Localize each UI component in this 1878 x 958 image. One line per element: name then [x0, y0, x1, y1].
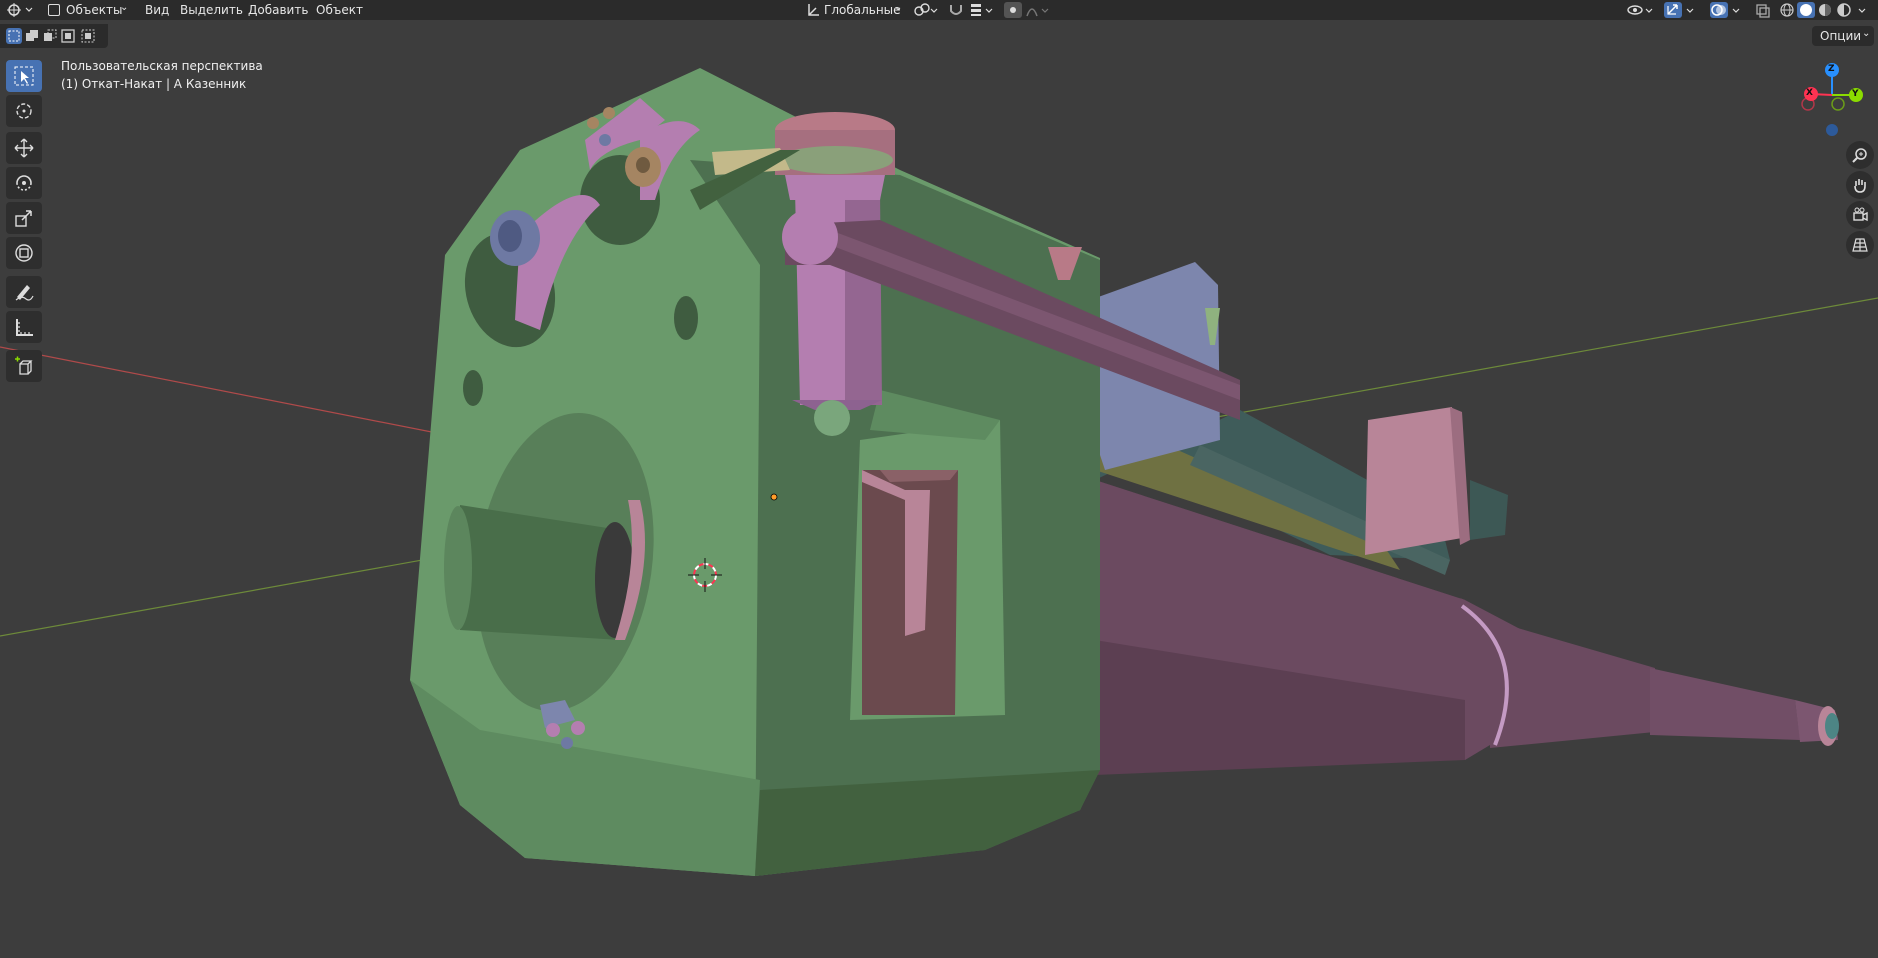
view-name: Пользовательская перспектива	[61, 59, 263, 73]
ruler-icon	[16, 319, 33, 336]
orientation-axes-icon	[808, 4, 819, 16]
hand-icon	[1854, 179, 1866, 193]
mode-select[interactable]: Объекты ⌄	[44, 2, 132, 18]
chevron-down-icon: ⌄	[120, 2, 129, 13]
chevron-down-icon	[1686, 8, 1694, 13]
zoom-icon	[1852, 148, 1867, 163]
snap-increment-icon	[971, 4, 993, 16]
select-mode-invert[interactable]	[60, 28, 76, 44]
tool-annotate[interactable]	[6, 276, 42, 308]
material-sphere-icon	[1819, 4, 1831, 16]
pan-button[interactable]	[1846, 171, 1874, 199]
selection-mode-bar	[0, 24, 108, 48]
orientation-label: Глобальные	[824, 3, 901, 17]
snap-toggle[interactable]	[947, 2, 965, 18]
eye-icon	[1627, 5, 1653, 15]
select-intersect-icon	[81, 29, 95, 43]
tool-rotate[interactable]	[6, 167, 42, 199]
overlays-toggle[interactable]	[1710, 2, 1728, 18]
menu-select[interactable]: Выделить	[180, 2, 243, 18]
overlays-dropdown[interactable]	[1730, 2, 1744, 18]
viewport-3d[interactable]	[0, 0, 1878, 958]
options-label: Опции	[1820, 29, 1862, 43]
options-dropdown[interactable]: Опции ⌄	[1812, 26, 1874, 46]
collection-info: (1) Откат-Накат | А Казенник	[61, 77, 247, 91]
shading-dropdown[interactable]	[1856, 2, 1870, 18]
menu-add[interactable]: Добавить	[248, 2, 308, 18]
select-new-icon	[8, 30, 20, 42]
xray-toggle[interactable]	[1754, 2, 1772, 18]
gizmo-arrows-icon	[1667, 4, 1678, 15]
grid-icon	[1852, 238, 1868, 252]
gizmo-dropdown[interactable]	[1684, 2, 1698, 18]
visibility-select[interactable]	[1626, 2, 1656, 18]
select-mode-subtract[interactable]	[42, 28, 58, 44]
origin-dot	[770, 493, 778, 501]
scale-icon	[15, 210, 32, 227]
xray-icon	[1756, 4, 1770, 18]
tool-select-box[interactable]	[6, 60, 42, 92]
menu-object[interactable]: Объект	[316, 2, 363, 18]
shading-solid[interactable]	[1797, 2, 1815, 18]
chevron-down-icon: ⌄	[1862, 28, 1871, 39]
link-pivot-icon	[914, 3, 938, 16]
tool-scale[interactable]	[6, 202, 42, 234]
wireframe-sphere-icon	[1780, 3, 1794, 17]
tool-cursor[interactable]	[6, 95, 42, 127]
pencil-icon	[15, 285, 34, 301]
select-mode-extend[interactable]	[24, 28, 40, 44]
proportional-dot-icon	[1010, 7, 1016, 13]
select-subtract-icon	[44, 29, 57, 41]
rendered-sphere-icon	[1837, 3, 1851, 17]
move-icon	[14, 138, 34, 158]
magnet-icon	[950, 5, 962, 15]
select-invert-icon	[61, 29, 75, 43]
gizmo-y-label: Y	[1852, 89, 1859, 99]
chevron-down-icon	[1732, 8, 1740, 13]
proportional-falloff-select[interactable]	[1025, 2, 1053, 18]
editor-type-button[interactable]	[4, 2, 34, 18]
shading-rendered[interactable]	[1835, 2, 1853, 18]
viewport-editor-icon	[7, 3, 21, 17]
select-mode-new[interactable]	[6, 28, 22, 44]
rotate-icon	[16, 175, 32, 191]
header-bar: Объекты ⌄ Вид Выделить Добавить Объект Г…	[0, 0, 1878, 20]
pivot-point-select[interactable]	[912, 2, 940, 18]
add-cube-icon	[15, 356, 33, 375]
ortho-toggle-button[interactable]	[1846, 231, 1874, 259]
proportional-edit-toggle[interactable]	[1004, 2, 1022, 18]
shading-material[interactable]	[1816, 2, 1834, 18]
tool-transform[interactable]	[6, 237, 42, 269]
snap-target-select[interactable]	[968, 2, 996, 18]
overlay-circles-icon	[1711, 4, 1726, 16]
cursor-icon	[16, 103, 32, 119]
select-box-icon	[14, 66, 34, 86]
mode-label: Объекты	[66, 3, 123, 17]
tool-measure[interactable]	[6, 311, 42, 343]
zoom-button[interactable]	[1846, 141, 1874, 169]
chevron-down-icon	[1858, 8, 1866, 13]
tool-move[interactable]	[6, 132, 42, 164]
menu-view[interactable]: Вид	[145, 2, 169, 18]
tool-add-cube[interactable]	[6, 350, 42, 382]
camera-view-button[interactable]	[1846, 201, 1874, 229]
shading-wireframe[interactable]	[1778, 2, 1796, 18]
transform-orientation-select[interactable]: Глобальные ⌄	[804, 2, 904, 18]
transform-icon	[15, 244, 33, 262]
solid-sphere-icon	[1800, 4, 1812, 16]
gizmo-z-label: Z	[1828, 64, 1835, 74]
object-mode-icon	[48, 4, 60, 16]
lever-model[interactable]	[862, 470, 958, 715]
gizmo-toggle[interactable]	[1664, 2, 1682, 18]
falloff-curve-icon	[1026, 8, 1049, 17]
select-mode-intersect[interactable]	[80, 28, 96, 44]
camera-icon	[1853, 207, 1868, 222]
select-extend-icon	[26, 30, 38, 41]
chevron-down-icon: ⌄	[894, 2, 903, 13]
gizmo-x-label: X	[1806, 88, 1813, 98]
